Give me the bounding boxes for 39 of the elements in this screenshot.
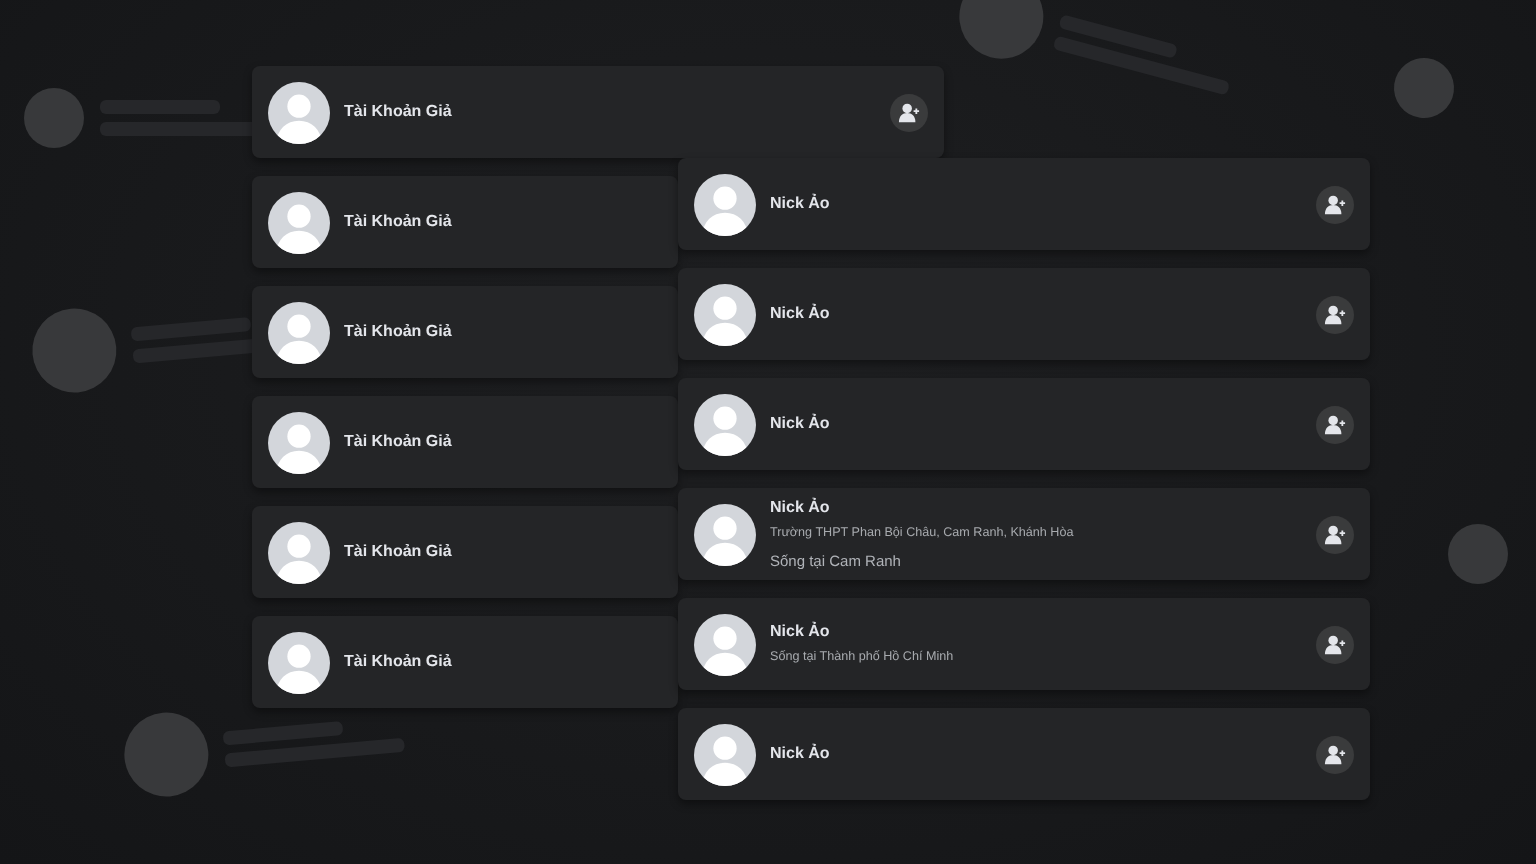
account-name: Nick Ảo	[770, 620, 830, 645]
add-friend-icon	[1324, 743, 1346, 765]
add-friend-button[interactable]	[890, 93, 928, 131]
account-name: Nick Ảo	[770, 192, 830, 216]
add-friend-icon	[1324, 303, 1346, 325]
account-name: Nick Ảo	[770, 412, 830, 436]
avatar-icon	[268, 631, 330, 693]
avatar-icon	[268, 301, 330, 363]
account-name: Tài Khoản Giả	[344, 540, 452, 564]
avatar-icon	[694, 283, 756, 345]
avatar-icon	[268, 521, 330, 583]
avatar-icon	[268, 191, 330, 253]
avatar-icon	[694, 613, 756, 675]
add-friend-button[interactable]	[1316, 185, 1354, 223]
avatar-icon	[694, 503, 756, 565]
faded-profile-drawing	[1448, 524, 1508, 584]
account-name: Tài Khoản Giả	[344, 650, 452, 674]
add-friend-button[interactable]	[1316, 735, 1354, 773]
account-name: Nick Ảo	[770, 302, 830, 326]
add-friend-button[interactable]	[1316, 515, 1354, 553]
add-friend-icon	[1324, 193, 1346, 215]
avatar-icon	[694, 723, 756, 785]
avatar-icon	[694, 393, 756, 455]
avatar-icon	[268, 81, 330, 143]
add-friend-button[interactable]	[1316, 295, 1354, 333]
add-friend-icon	[1324, 523, 1346, 545]
avatar-icon	[694, 173, 756, 235]
add-friend-icon	[1324, 633, 1346, 655]
avatar-icon	[268, 411, 330, 473]
account-name: Nick Ảo	[770, 742, 830, 766]
account-name: Nick Ảo	[770, 495, 830, 520]
account-name: Tài Khoản Giả	[344, 100, 452, 124]
account-name: Tài Khoản Giả	[344, 320, 452, 344]
add-friend-button[interactable]	[1316, 625, 1354, 663]
add-friend-icon	[898, 101, 920, 123]
add-friend-button[interactable]	[1316, 405, 1354, 443]
add-friend-icon	[1324, 413, 1346, 435]
account-name: Tài Khoản Giả	[344, 430, 452, 454]
account-name: Tài Khoản Giả	[344, 210, 452, 234]
